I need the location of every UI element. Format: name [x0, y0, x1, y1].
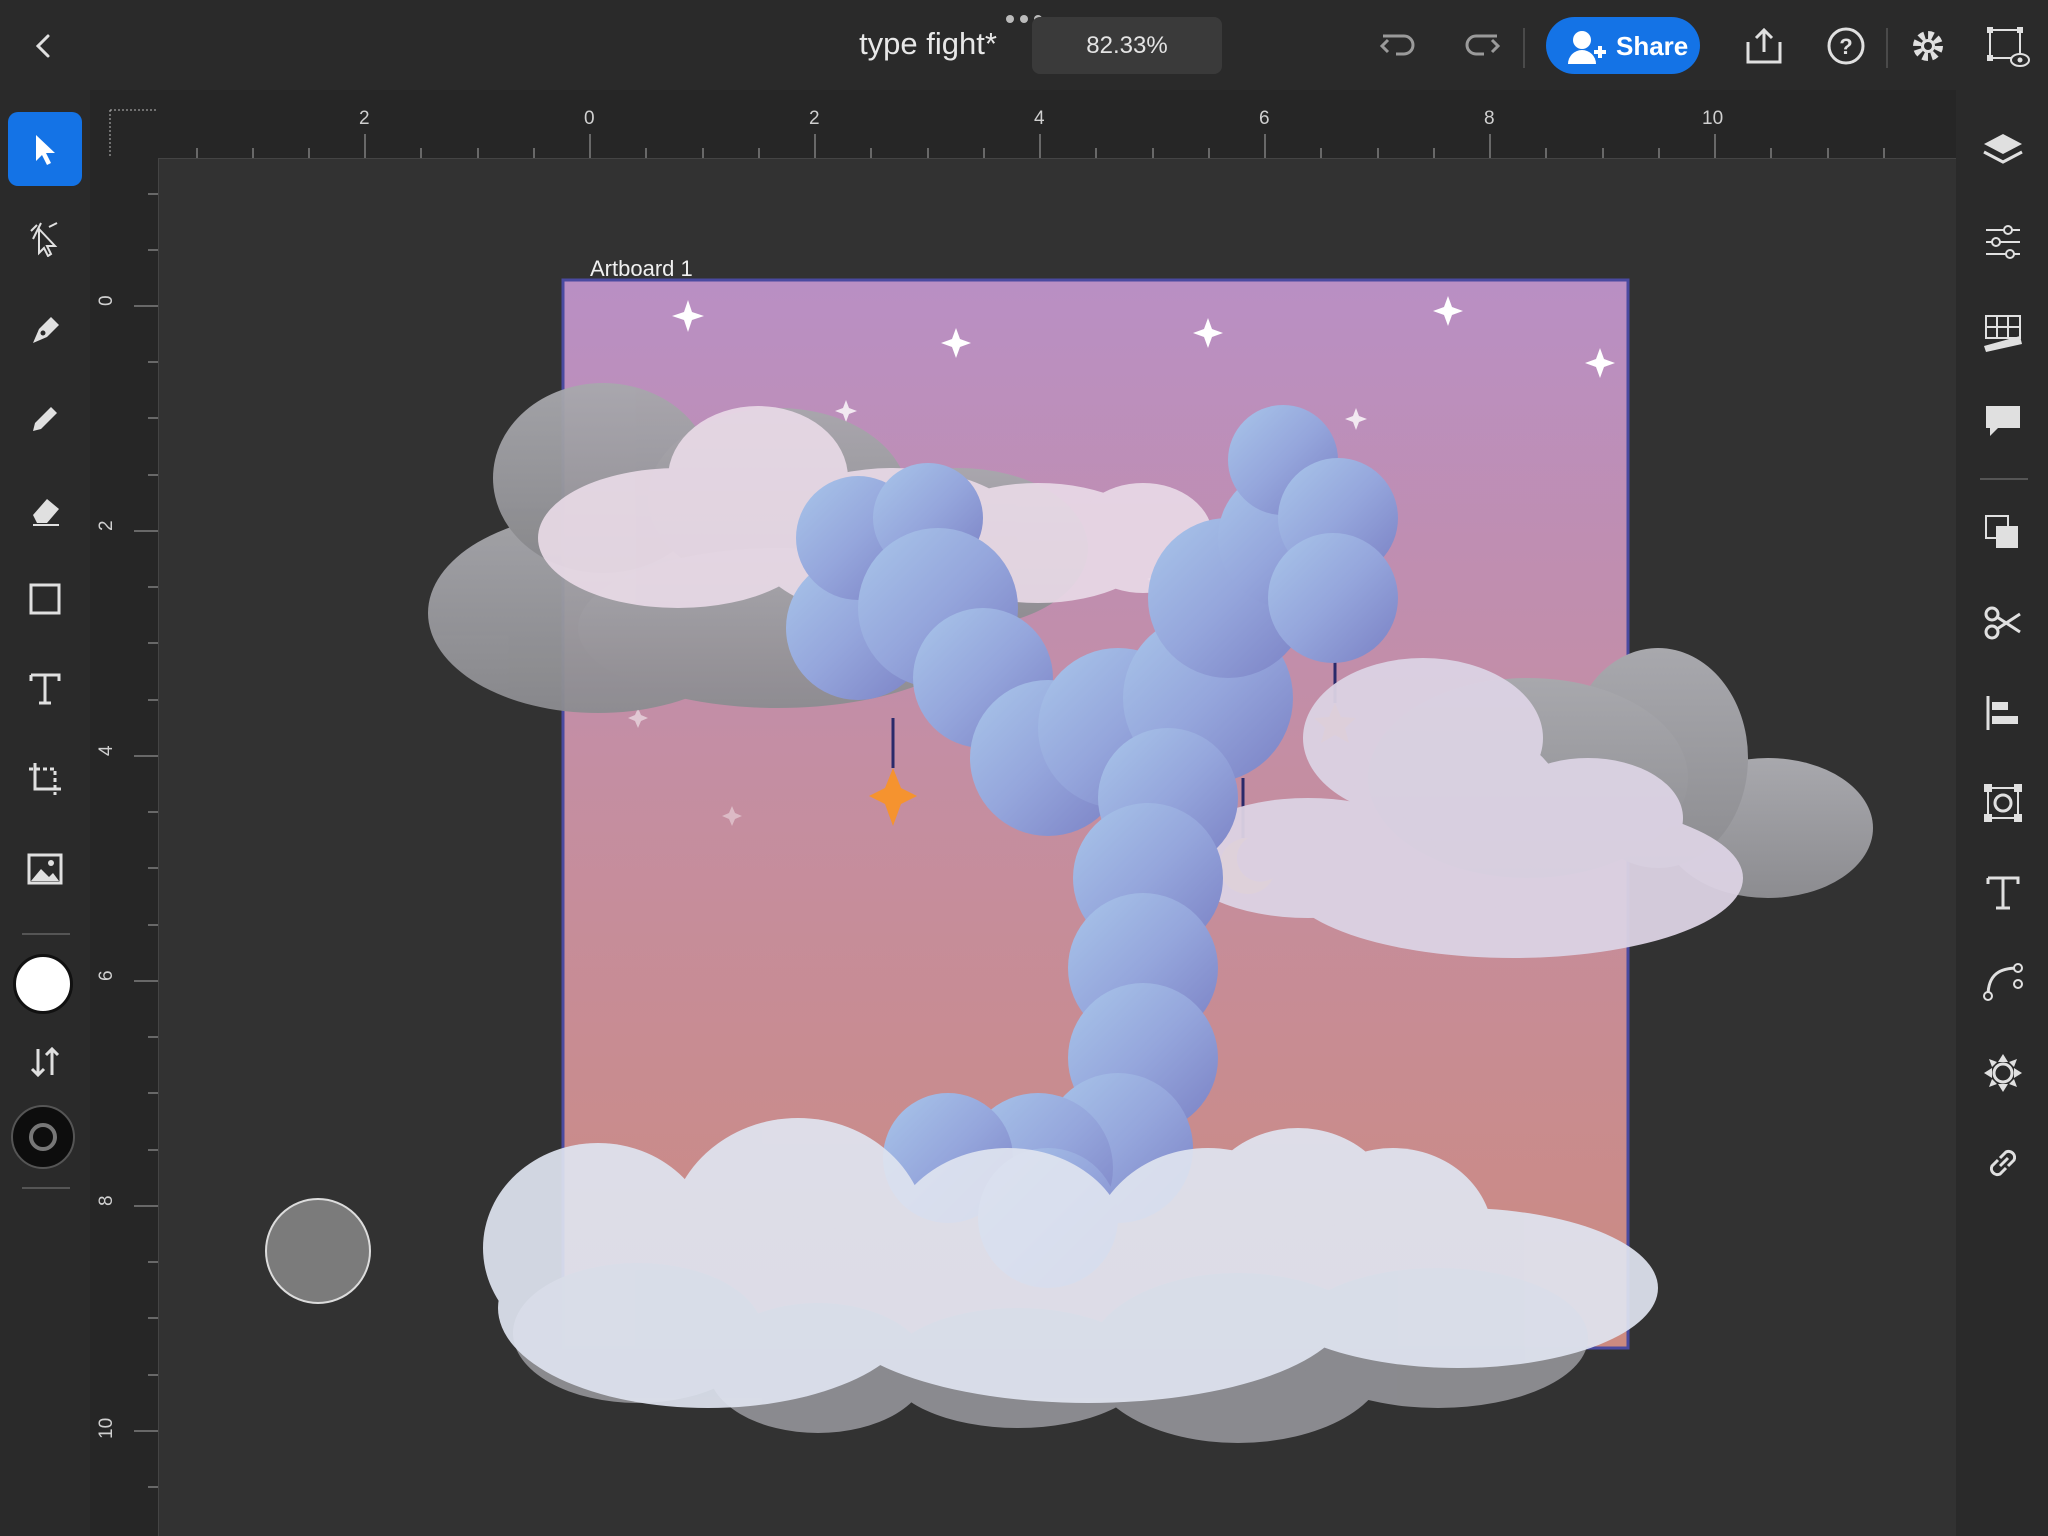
top-bar: type fight* 82.33% Share ? — [0, 0, 2048, 90]
share-user-icon — [1568, 31, 1606, 64]
horizontal-ruler: 2 0 2 4 6 8 10 — [158, 90, 1956, 159]
image-tool[interactable] — [8, 832, 82, 906]
ruler-label: 2 — [359, 108, 370, 129]
image-icon — [27, 853, 63, 885]
select-tool[interactable] — [8, 112, 82, 186]
artwork[interactable] — [158, 158, 1956, 1536]
eraser-tool[interactable] — [8, 472, 82, 546]
direct-select-tool[interactable] — [8, 202, 82, 276]
assets-icon[interactable] — [1980, 1050, 2026, 1096]
toolbar-divider — [22, 933, 70, 935]
type-icon — [29, 673, 61, 705]
pencil-tool[interactable] — [8, 382, 82, 456]
undo-icon[interactable] — [1374, 22, 1422, 70]
ruler-label: 8 — [1484, 108, 1495, 129]
transform-tool[interactable] — [8, 742, 82, 816]
stroke-color-swatch[interactable] — [11, 1105, 75, 1169]
cut-icon[interactable] — [1980, 600, 2026, 646]
pencil-icon — [33, 407, 57, 431]
rectangle-tool[interactable] — [8, 562, 82, 636]
back-icon — [35, 34, 50, 58]
ruler-label: 4 — [96, 745, 117, 756]
ruler-label: 4 — [1034, 108, 1045, 129]
ruler-label: 10 — [1702, 108, 1724, 129]
ruler-label: 2 — [809, 108, 820, 129]
svg-text:?: ? — [1839, 34, 1852, 59]
properties-icon[interactable] — [1980, 218, 2026, 264]
direct-select-icon — [30, 222, 58, 257]
pen-icon — [33, 317, 59, 343]
fill-color-swatch[interactable] — [13, 954, 73, 1014]
artboard-label[interactable]: Artboard 1 — [590, 256, 693, 282]
right-panel — [1956, 90, 2048, 1536]
type-tool[interactable] — [8, 652, 82, 726]
settings-icon[interactable] — [1904, 22, 1952, 70]
toolbar-divider — [22, 1187, 70, 1189]
ruler-label: 6 — [1259, 108, 1270, 129]
path-icon[interactable] — [1980, 960, 2026, 1006]
ruler-corner — [90, 90, 158, 158]
share-button[interactable]: Share — [1546, 17, 1700, 74]
comments-icon[interactable] — [1980, 398, 2026, 444]
help-icon[interactable]: ? — [1822, 22, 1870, 70]
layers-icon[interactable] — [1980, 128, 2026, 174]
zoom-field[interactable]: 82.33% — [1032, 17, 1222, 74]
grid-icon[interactable] — [1980, 308, 2026, 354]
ruler-label: 8 — [96, 1195, 117, 1206]
share-label: Share — [1616, 31, 1689, 61]
vertical-ruler: 0 2 4 6 8 10 — [90, 158, 159, 1536]
toolbar-divider — [1523, 28, 1525, 68]
repeat-grid-icon[interactable] — [1980, 780, 2026, 826]
touch-shortcut-button[interactable] — [265, 1198, 371, 1304]
export-icon[interactable] — [1740, 22, 1788, 70]
toolbar-divider — [1886, 28, 1888, 68]
selection-view-icon[interactable] — [1984, 22, 2032, 70]
ruler-label: 2 — [96, 520, 117, 531]
combine-shapes-icon[interactable] — [1980, 510, 2026, 556]
align-icon[interactable] — [1980, 690, 2026, 736]
eraser-icon — [33, 499, 59, 526]
ruler-label: 6 — [96, 970, 117, 981]
ruler-label: 0 — [584, 108, 595, 129]
left-toolbar — [0, 90, 90, 1536]
ruler-label: 10 — [96, 1417, 117, 1439]
back-button[interactable] — [22, 24, 66, 68]
text-properties-icon[interactable] — [1980, 870, 2026, 916]
pen-tool[interactable] — [8, 292, 82, 366]
ruler-label: 0 — [96, 295, 117, 306]
redo-icon[interactable] — [1458, 22, 1506, 70]
swap-colors-icon[interactable] — [28, 1045, 62, 1084]
canvas[interactable]: Artboard 1 — [158, 158, 1956, 1536]
crop-icon — [29, 763, 61, 795]
document-title[interactable]: type fight* — [838, 26, 1018, 62]
arrow-cursor-icon — [36, 135, 55, 165]
panel-divider — [1980, 478, 2028, 480]
link-icon[interactable] — [1980, 1140, 2026, 1186]
rectangle-icon — [29, 583, 61, 615]
